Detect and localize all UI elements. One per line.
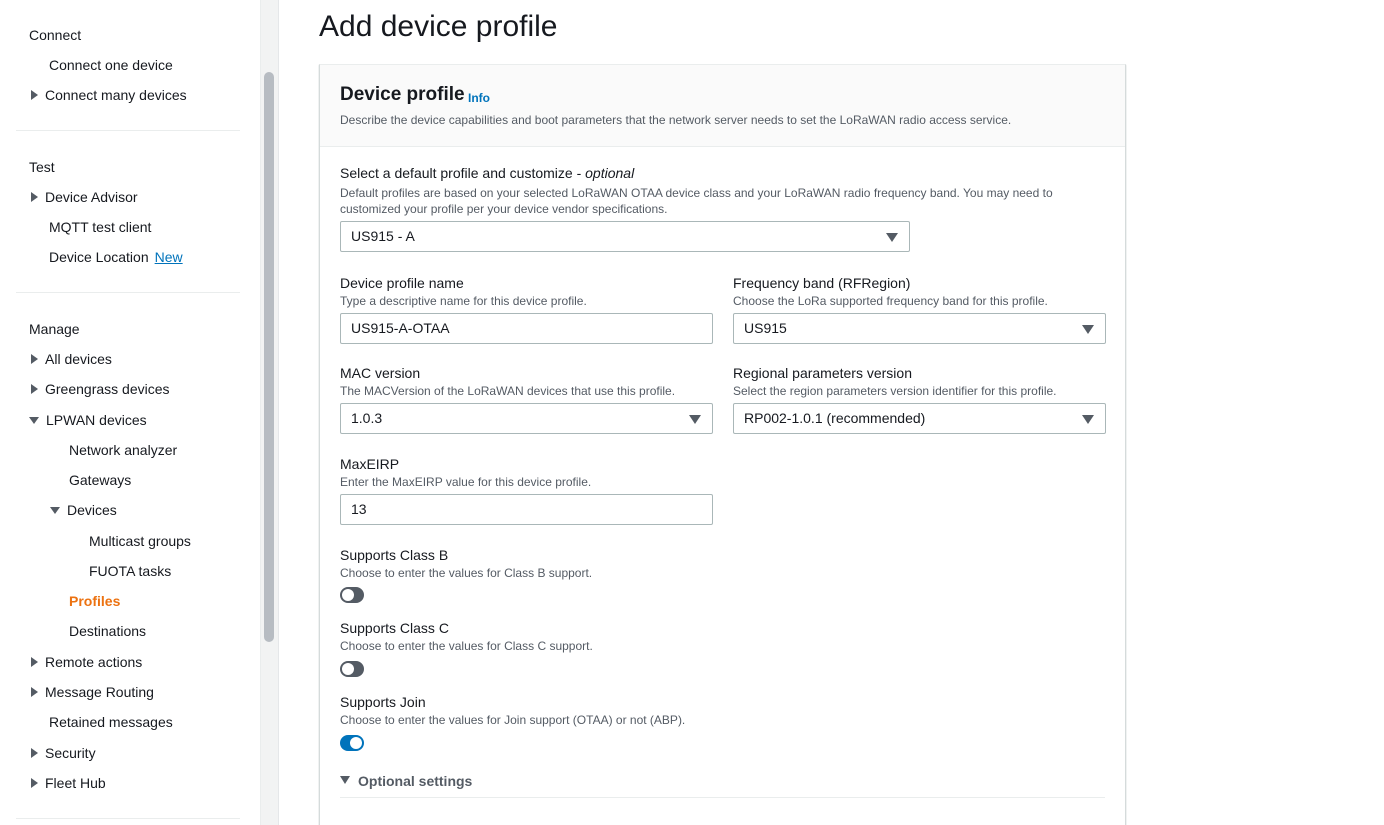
sidebar-item-device-location[interactable]: Device Location New <box>49 249 183 265</box>
optional-settings-toggle[interactable]: Optional settings <box>340 773 472 789</box>
class-b-label: Supports Class B <box>340 547 449 563</box>
class-c-label: Supports Class C <box>340 620 449 636</box>
sidebar-item-connect-many-devices[interactable]: Connect many devices <box>31 87 187 103</box>
sidebar-item-fleet-hub[interactable]: Fleet Hub <box>31 775 106 791</box>
sidebar-item-retained-messages[interactable]: Retained messages <box>49 714 173 730</box>
sidebar-item-multicast-groups[interactable]: Multicast groups <box>89 533 191 549</box>
info-link[interactable]: Info <box>468 91 490 105</box>
sidebar-scrollbar-thumb[interactable] <box>264 72 274 642</box>
caret-right-icon <box>31 354 38 365</box>
toggle-knob <box>350 737 362 749</box>
sidebar-item-mqtt-test-client[interactable]: MQTT test client <box>49 219 151 235</box>
panel-title: Device profile <box>340 84 465 105</box>
sidebar-item-device-advisor[interactable]: Device Advisor <box>31 189 138 205</box>
default-profile-label: Select a default profile and customize -… <box>340 165 635 181</box>
profile-name-description: Type a descriptive name for this device … <box>340 294 587 308</box>
mac-version-select[interactable]: 1.0.3 <box>340 403 713 434</box>
toggle-knob <box>342 589 354 601</box>
regional-params-select[interactable]: RP002-1.0.1 (recommended) <box>733 403 1106 434</box>
nav-heading-test: Test <box>29 159 55 175</box>
profile-name-label: Device profile name <box>340 275 464 291</box>
nav-heading-connect: Connect <box>29 27 82 43</box>
frequency-band-select[interactable]: US915 <box>733 313 1106 344</box>
frequency-band-label: Frequency band (RFRegion) <box>733 275 911 291</box>
sidebar: Connect Connect one device Connect many … <box>0 0 261 825</box>
default-profile-description: Default profiles are based on your selec… <box>340 186 1053 216</box>
sidebar-item-lpwan-devices[interactable]: LPWAN devices <box>29 412 147 428</box>
sidebar-item-network-analyzer[interactable]: Network analyzer <box>69 442 177 458</box>
panel-header: Device profile Info Describe the device … <box>320 65 1125 147</box>
caret-down-icon <box>29 416 39 424</box>
join-toggle[interactable] <box>340 735 364 751</box>
frequency-band-description: Choose the LoRa supported frequency band… <box>733 294 1048 308</box>
class-c-description: Choose to enter the values for Class C s… <box>340 639 593 653</box>
caret-right-icon <box>31 748 38 759</box>
caret-down-icon <box>1082 415 1094 424</box>
caret-down-icon <box>50 506 60 514</box>
device-profile-panel: Device profile Info Describe the device … <box>319 64 1126 825</box>
caret-down-icon <box>1082 325 1094 334</box>
class-b-toggle[interactable] <box>340 587 364 603</box>
class-b-description: Choose to enter the values for Class B s… <box>340 566 593 580</box>
sidebar-item-destinations[interactable]: Destinations <box>69 623 146 639</box>
sidebar-item-connect-one-device[interactable]: Connect one device <box>49 57 173 73</box>
sidebar-item-all-devices[interactable]: All devices <box>31 351 112 367</box>
caret-right-icon <box>31 687 38 698</box>
regional-params-description: Select the region parameters version ide… <box>733 384 1057 398</box>
sidebar-item-profiles[interactable]: Profiles <box>69 593 120 609</box>
max-eirp-description: Enter the MaxEIRP value for this device … <box>340 475 592 489</box>
sidebar-item-greengrass-devices[interactable]: Greengrass devices <box>31 381 170 397</box>
nav-divider <box>16 292 240 293</box>
caret-right-icon <box>31 192 38 203</box>
mac-version-description: The MACVersion of the LoRaWAN devices th… <box>340 384 676 398</box>
join-description: Choose to enter the values for Join supp… <box>340 713 686 727</box>
caret-down-icon <box>689 415 701 424</box>
sidebar-item-remote-actions[interactable]: Remote actions <box>31 654 142 670</box>
sidebar-item-fuota-tasks[interactable]: FUOTA tasks <box>89 563 171 579</box>
caret-right-icon <box>31 778 38 789</box>
profile-name-input[interactable]: US915-A-OTAA <box>340 313 713 344</box>
optional-settings-divider <box>340 797 1105 798</box>
caret-down-icon <box>886 233 898 242</box>
max-eirp-label: MaxEIRP <box>340 456 400 472</box>
panel-description: Describe the device capabilities and boo… <box>340 113 1012 127</box>
toggle-knob <box>342 663 354 675</box>
join-label: Supports Join <box>340 694 426 710</box>
caret-right-icon <box>31 90 38 101</box>
nav-heading-manage: Manage <box>29 321 80 337</box>
regional-params-label: Regional parameters version <box>733 365 912 381</box>
class-c-toggle[interactable] <box>340 661 364 677</box>
nav-divider <box>16 130 240 131</box>
new-badge[interactable]: New <box>155 249 183 265</box>
caret-right-icon <box>31 384 38 395</box>
page-title: Add device profile <box>319 10 558 43</box>
max-eirp-input[interactable]: 13 <box>340 494 713 525</box>
nav-divider <box>16 818 240 819</box>
default-profile-select[interactable]: US915 - A <box>340 221 910 252</box>
sidebar-item-gateways[interactable]: Gateways <box>69 472 131 488</box>
sidebar-item-security[interactable]: Security <box>31 745 96 761</box>
mac-version-label: MAC version <box>340 365 421 381</box>
caret-down-icon <box>340 776 350 784</box>
sidebar-item-devices[interactable]: Devices <box>50 502 117 518</box>
sidebar-item-message-routing[interactable]: Message Routing <box>31 684 154 700</box>
caret-right-icon <box>31 657 38 668</box>
